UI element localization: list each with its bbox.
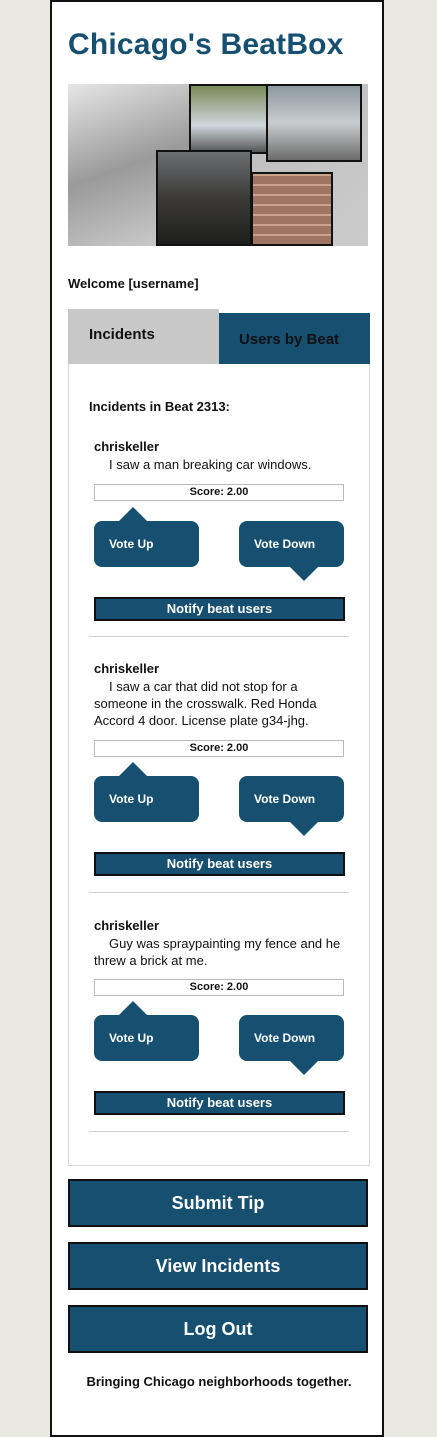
vote-up-button[interactable]: Vote Up (94, 762, 199, 822)
collage-photo-damaged-car (266, 84, 362, 162)
incident-divider (89, 636, 349, 637)
vote-down-button[interactable]: Vote Down (239, 776, 344, 836)
vote-down-button[interactable]: Vote Down (239, 521, 344, 581)
incident-score: Score: 2.00 (94, 979, 344, 996)
app-title: Chicago's BeatBox (68, 28, 344, 61)
vote-up-button[interactable]: Vote Up (94, 1001, 199, 1061)
view-incidents-button[interactable]: View Incidents (68, 1242, 368, 1290)
collage-photo-graffiti-wall (251, 172, 333, 246)
incident-text: Guy was spraypainting my fence and he th… (94, 936, 341, 968)
incident-score: Score: 2.00 (94, 740, 344, 757)
notify-beat-users-button[interactable]: Notify beat users (94, 597, 345, 621)
incident-text: I saw a car that did not stop for a some… (94, 679, 317, 728)
header-photo-collage (68, 84, 368, 246)
incident-text: I saw a man breaking car windows. (109, 457, 312, 472)
incident-divider (89, 892, 349, 893)
collage-photo-meeting (156, 150, 252, 246)
incident-username: chriskeller (94, 439, 160, 454)
incidents-panel: Incidents in Beat 2313: chriskeller I sa… (68, 364, 370, 1166)
incident-username: chriskeller (94, 918, 160, 933)
collage-photo-police-car (189, 84, 269, 154)
panel-heading: Incidents in Beat 2313: (89, 399, 230, 414)
notify-beat-users-button[interactable]: Notify beat users (94, 1091, 345, 1115)
submit-tip-button[interactable]: Submit Tip (68, 1179, 368, 1227)
welcome-message: Welcome [username] (68, 276, 199, 291)
footer-tagline: Bringing Chicago neighborhoods together. (86, 1374, 352, 1389)
vote-up-button[interactable]: Vote Up (94, 507, 199, 567)
incident-item: chriskeller Guy was spraypainting my fen… (89, 918, 349, 1138)
page-frame: Chicago's BeatBox Welcome [username] Inc… (50, 0, 384, 1437)
incident-score: Score: 2.00 (94, 484, 344, 501)
incident-item: chriskeller I saw a car that did not sto… (89, 661, 349, 896)
tab-users-by-beat[interactable]: Users by Beat (219, 313, 370, 364)
incident-username: chriskeller (94, 661, 160, 676)
notify-beat-users-button[interactable]: Notify beat users (94, 852, 345, 876)
incident-divider (89, 1131, 349, 1132)
log-out-button[interactable]: Log Out (68, 1305, 368, 1353)
vote-down-button[interactable]: Vote Down (239, 1015, 344, 1075)
incident-item: chriskeller I saw a man breaking car win… (89, 439, 349, 639)
tab-incidents[interactable]: Incidents (68, 309, 219, 364)
